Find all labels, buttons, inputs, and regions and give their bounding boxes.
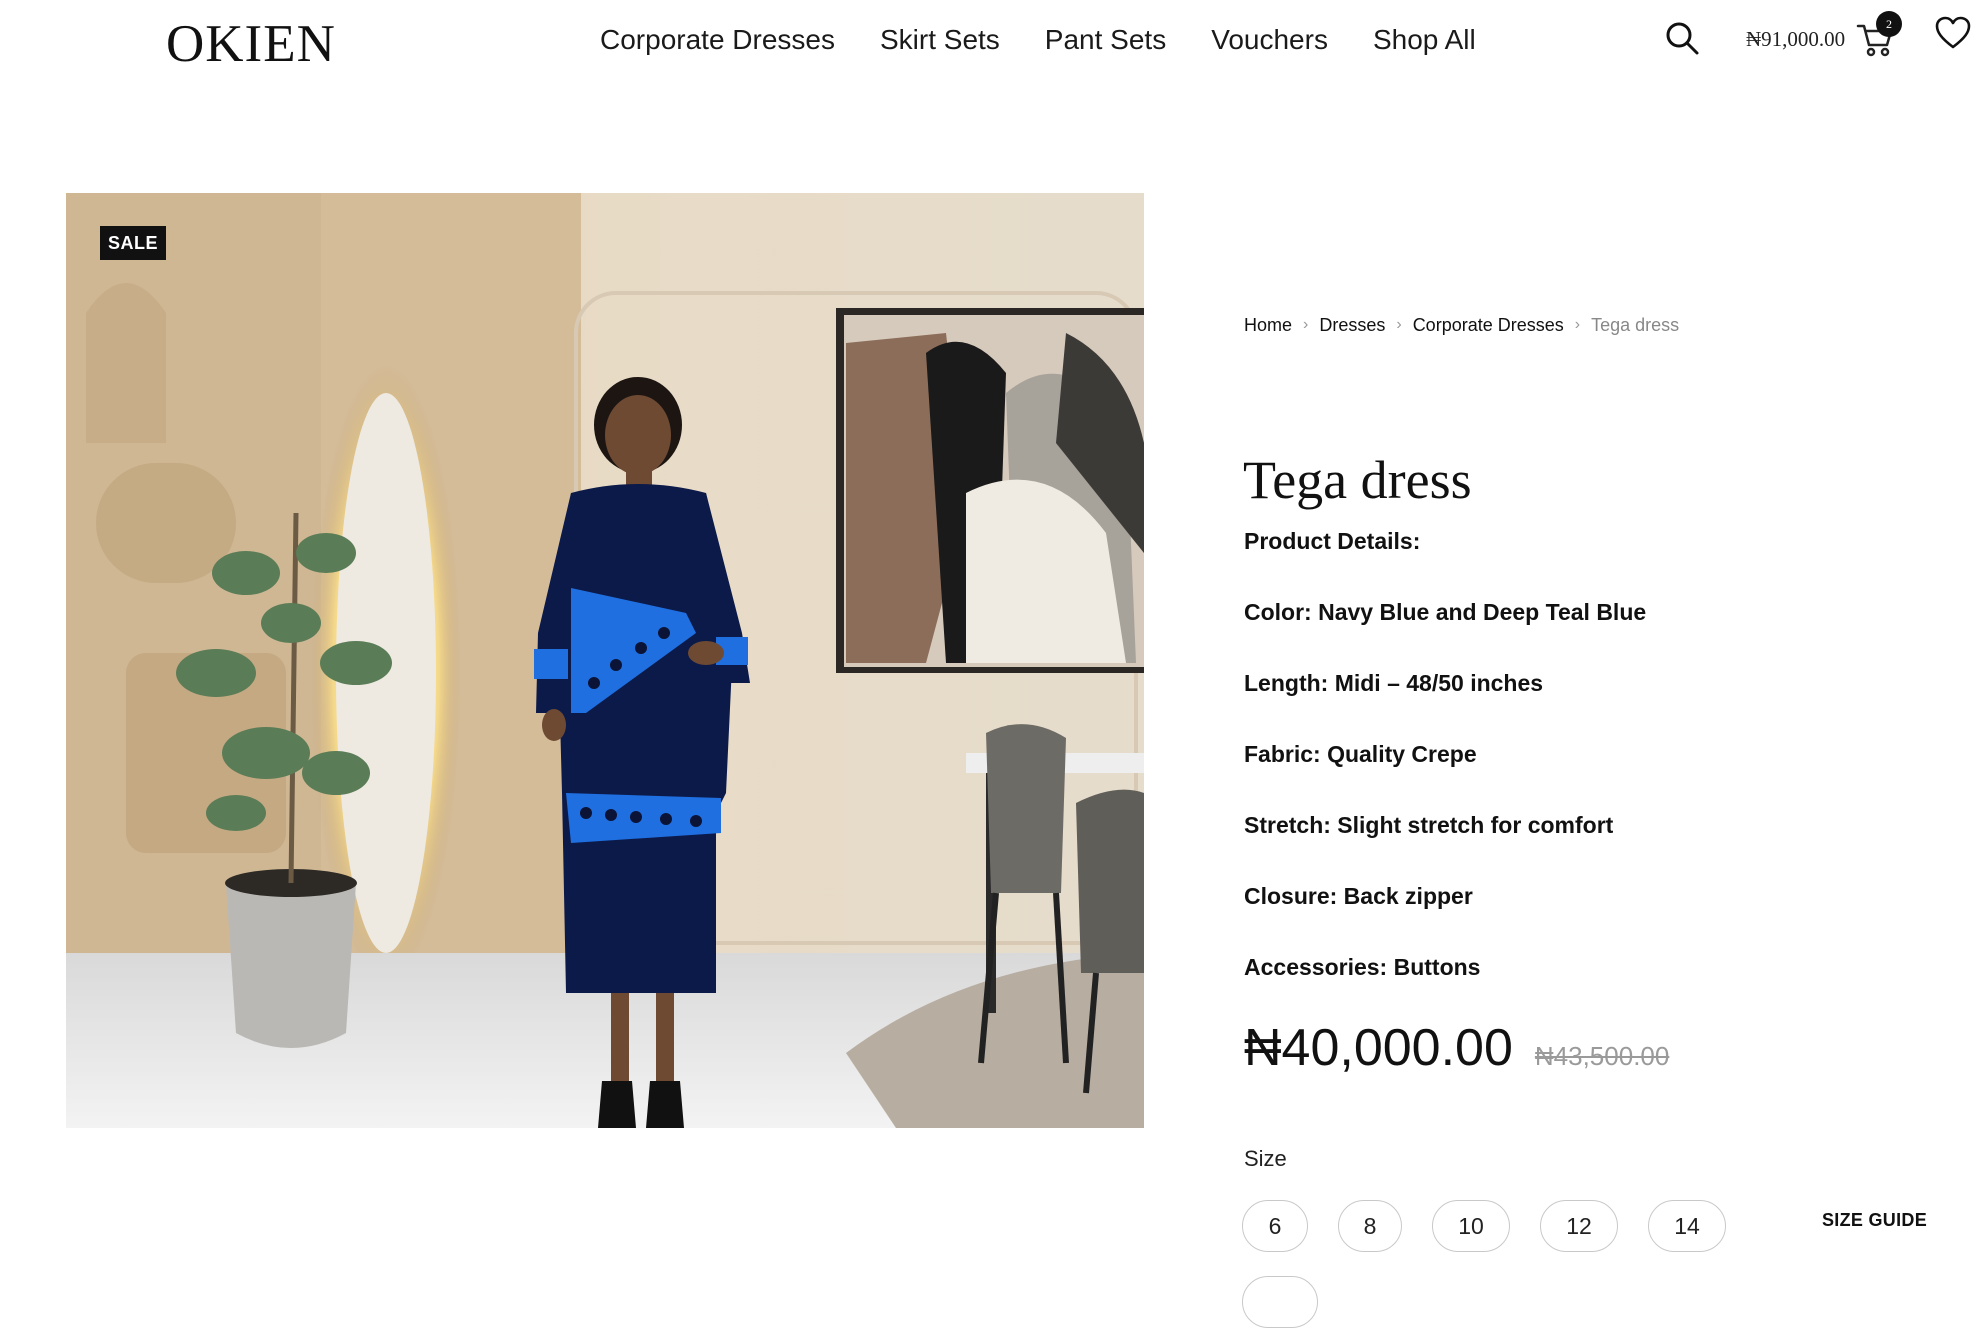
- chevron-right-icon: ›: [1303, 316, 1309, 333]
- size-option-6[interactable]: 6: [1242, 1200, 1308, 1252]
- breadcrumb: Home › Dresses › Corporate Dresses › Teg…: [1244, 310, 1679, 340]
- nav-item-pant-sets[interactable]: Pant Sets: [1045, 18, 1166, 62]
- heart-icon[interactable]: [1935, 16, 1971, 50]
- breadcrumb-dresses[interactable]: Dresses: [1319, 315, 1385, 336]
- product-photo: [66, 193, 1144, 1128]
- detail-stretch: Stretch: Slight stretch for comfort: [1244, 812, 1614, 838]
- cart-total[interactable]: ₦91,000.00: [1746, 24, 1845, 54]
- detail-color: Color: Navy Blue and Deep Teal Blue: [1244, 599, 1647, 625]
- site-logo[interactable]: OKIEN: [166, 14, 336, 74]
- detail-length: Length: Midi – 48/50 inches: [1244, 670, 1544, 696]
- nav-item-vouchers[interactable]: Vouchers: [1211, 18, 1328, 62]
- price-row: ₦40,000.00 ₦43,500.00: [1244, 1015, 1669, 1081]
- details-heading: Product Details:: [1244, 528, 1421, 554]
- original-price: ₦43,500.00: [1534, 1041, 1670, 1071]
- nav-item-corporate-dresses[interactable]: Corporate Dresses: [600, 18, 835, 62]
- product-image[interactable]: [66, 193, 1144, 1128]
- detail-accessories: Accessories: Buttons: [1244, 954, 1481, 980]
- detail-fabric: Fabric: Quality Crepe: [1244, 741, 1477, 767]
- sale-price: ₦40,000.00: [1244, 1019, 1513, 1077]
- size-option-12[interactable]: 12: [1540, 1200, 1618, 1252]
- search-icon[interactable]: [1664, 20, 1700, 56]
- sale-badge: SALE: [100, 226, 166, 260]
- size-option-8[interactable]: 8: [1338, 1200, 1402, 1252]
- breadcrumb-home[interactable]: Home: [1244, 315, 1292, 336]
- size-options: 6 8 10 12 14: [1242, 1200, 1756, 1252]
- product-title: Tega dress: [1243, 450, 1472, 510]
- product-details: Product Details: Color: Navy Blue and De…: [1244, 524, 1944, 1021]
- nav-item-shop-all[interactable]: Shop All: [1373, 18, 1476, 62]
- size-option-14[interactable]: 14: [1648, 1200, 1726, 1252]
- nav-item-skirt-sets[interactable]: Skirt Sets: [880, 18, 1000, 62]
- breadcrumb-current: Tega dress: [1591, 314, 1680, 335]
- size-option-10[interactable]: 10: [1432, 1200, 1510, 1252]
- site-header: OKIEN Corporate Dresses Skirt Sets Pant …: [0, 0, 1988, 86]
- chevron-right-icon: ›: [1574, 316, 1581, 333]
- detail-closure: Closure: Back zipper: [1244, 883, 1473, 909]
- main-nav: Corporate Dresses Skirt Sets Pant Sets V…: [600, 18, 1521, 62]
- chevron-right-icon: ›: [1396, 316, 1402, 333]
- size-guide-link[interactable]: SIZE GUIDE: [1822, 1210, 1927, 1231]
- size-label: Size: [1244, 1146, 1287, 1171]
- cart-count-badge: 2: [1876, 11, 1902, 37]
- breadcrumb-corporate-dresses[interactable]: Corporate Dresses: [1413, 315, 1564, 336]
